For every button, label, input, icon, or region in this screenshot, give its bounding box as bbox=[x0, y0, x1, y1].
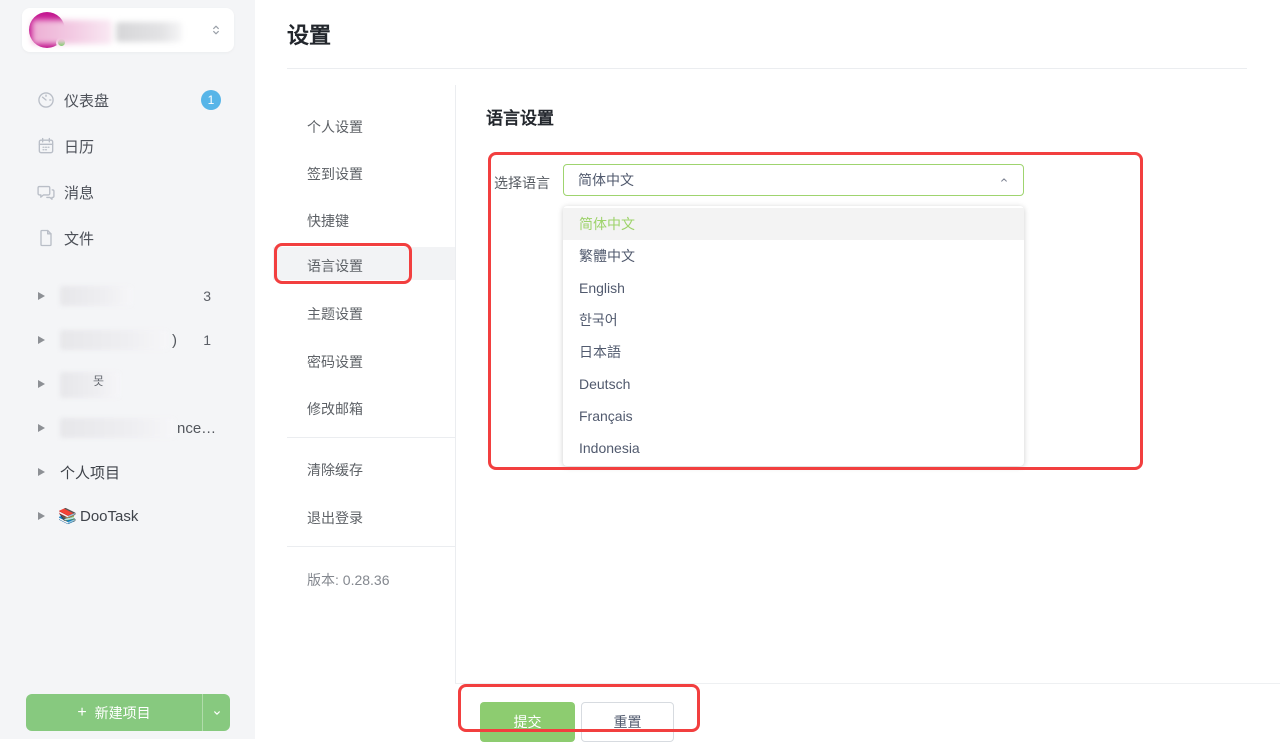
message-icon bbox=[36, 182, 56, 202]
version-label: 版本: 0.28.36 bbox=[307, 570, 390, 590]
dropdown-option-ko[interactable]: 한국어 bbox=[563, 304, 1024, 336]
redacted-project-name bbox=[60, 286, 132, 306]
dropdown-option-ja[interactable]: 日本語 bbox=[563, 336, 1024, 368]
menu-item-change-email[interactable]: 修改邮箱 bbox=[307, 399, 363, 419]
collapse-triangle-icon[interactable] bbox=[38, 336, 45, 344]
new-project-button[interactable]: + 新建项目 bbox=[26, 694, 230, 731]
redacted-project-name bbox=[60, 418, 175, 438]
collapse-triangle-icon[interactable] bbox=[38, 292, 45, 300]
collapse-triangle-icon[interactable] bbox=[38, 380, 45, 388]
dropdown-option-zh-tw[interactable]: 繁體中文 bbox=[563, 240, 1024, 272]
project-count: 3 bbox=[203, 288, 211, 304]
divider bbox=[287, 546, 455, 547]
redacted-username-secondary bbox=[116, 22, 182, 42]
sidebar-item-label: 消息 bbox=[64, 182, 94, 203]
new-project-label: 新建项目 bbox=[95, 703, 151, 723]
dropdown-option-de[interactable]: Deutsch bbox=[563, 368, 1024, 400]
sidebar-item-dashboard[interactable]: 仪表盘 1 bbox=[0, 86, 255, 114]
language-select[interactable]: 简体中文 bbox=[563, 164, 1024, 196]
plus-icon: + bbox=[77, 704, 86, 722]
calendar-icon bbox=[36, 136, 56, 156]
chevron-down-icon[interactable] bbox=[203, 706, 230, 720]
file-icon bbox=[36, 228, 56, 248]
chevron-up-icon bbox=[997, 173, 1011, 187]
active-menu-highlight bbox=[273, 247, 455, 280]
dashboard-icon bbox=[36, 90, 56, 110]
dropdown-option-en[interactable]: English bbox=[563, 272, 1024, 304]
sidebar-item-label: 文件 bbox=[64, 228, 94, 249]
sidebar-item-messages[interactable]: 消息 bbox=[0, 178, 255, 206]
redacted-project-name bbox=[60, 372, 120, 398]
language-select-value: 简体中文 bbox=[578, 170, 634, 190]
divider bbox=[287, 68, 1247, 69]
menu-item-shortcuts[interactable]: 快捷键 bbox=[307, 211, 349, 231]
collapse-triangle-icon[interactable] bbox=[38, 468, 45, 476]
project-row[interactable]: 못 bbox=[0, 372, 255, 396]
menu-item-password-settings[interactable]: 密码设置 bbox=[307, 352, 363, 372]
divider bbox=[455, 683, 1280, 684]
project-row-personal[interactable]: 个人项目 bbox=[0, 460, 255, 484]
menu-item-clear-cache[interactable]: 清除缓存 bbox=[307, 460, 363, 480]
collapse-triangle-icon[interactable] bbox=[38, 424, 45, 432]
account-switcher-chevrons-icon[interactable] bbox=[208, 18, 224, 42]
language-dropdown: 简体中文 繁體中文 English 한국어 日本語 Deutsch França… bbox=[563, 206, 1024, 466]
project-row[interactable]: nce… bbox=[0, 416, 255, 440]
collapse-triangle-icon[interactable] bbox=[38, 512, 45, 520]
sidebar-item-label: 仪表盘 bbox=[64, 90, 109, 111]
redacted-username bbox=[32, 20, 112, 44]
project-name-fragment: 못 bbox=[93, 372, 104, 389]
select-language-label: 选择语言 bbox=[494, 173, 550, 193]
project-name-fragment: nce… bbox=[177, 420, 216, 437]
menu-item-language-settings[interactable]: 语言设置 bbox=[307, 256, 363, 276]
books-emoji-icon: 📚 bbox=[58, 507, 77, 525]
menu-item-theme-settings[interactable]: 主题设置 bbox=[307, 304, 363, 324]
menu-item-logout[interactable]: 退出登录 bbox=[307, 508, 363, 528]
divider bbox=[455, 85, 456, 683]
dashboard-badge: 1 bbox=[201, 90, 221, 110]
divider bbox=[287, 437, 455, 438]
redacted-project-name bbox=[60, 330, 168, 350]
dropdown-option-fr[interactable]: Français bbox=[563, 400, 1024, 432]
main-content: 设置 个人设置 签到设置 快捷键 语言设置 主题设置 密码设置 修改邮箱 清除缓… bbox=[255, 0, 1280, 739]
page-title: 设置 bbox=[287, 18, 331, 50]
sidebar-item-calendar[interactable]: 日历 bbox=[0, 132, 255, 160]
dropdown-option-id[interactable]: Indonesia bbox=[563, 432, 1024, 464]
project-name-fragment: ) bbox=[172, 332, 177, 349]
project-row-dootask[interactable]: 📚 DooTask bbox=[0, 504, 255, 528]
submit-button[interactable]: 提交 bbox=[480, 702, 575, 742]
project-label: 个人项目 bbox=[60, 462, 120, 483]
project-row[interactable]: ) 1 bbox=[0, 328, 255, 352]
sidebar-item-files[interactable]: 文件 bbox=[0, 224, 255, 252]
project-label: DooTask bbox=[80, 508, 138, 525]
project-count: 1 bbox=[203, 332, 211, 348]
sidebar-item-label: 日历 bbox=[64, 136, 94, 157]
panel-title: 语言设置 bbox=[486, 104, 554, 129]
menu-item-personal-settings[interactable]: 个人设置 bbox=[307, 117, 363, 137]
menu-item-checkin-settings[interactable]: 签到设置 bbox=[307, 164, 363, 184]
dropdown-option-zh-cn[interactable]: 简体中文 bbox=[563, 208, 1024, 240]
sidebar: 仪表盘 1 日历 消息 文件 3 bbox=[0, 0, 255, 739]
user-account-card[interactable] bbox=[22, 8, 234, 52]
reset-button[interactable]: 重置 bbox=[581, 702, 674, 742]
project-row[interactable]: 3 bbox=[0, 284, 255, 308]
